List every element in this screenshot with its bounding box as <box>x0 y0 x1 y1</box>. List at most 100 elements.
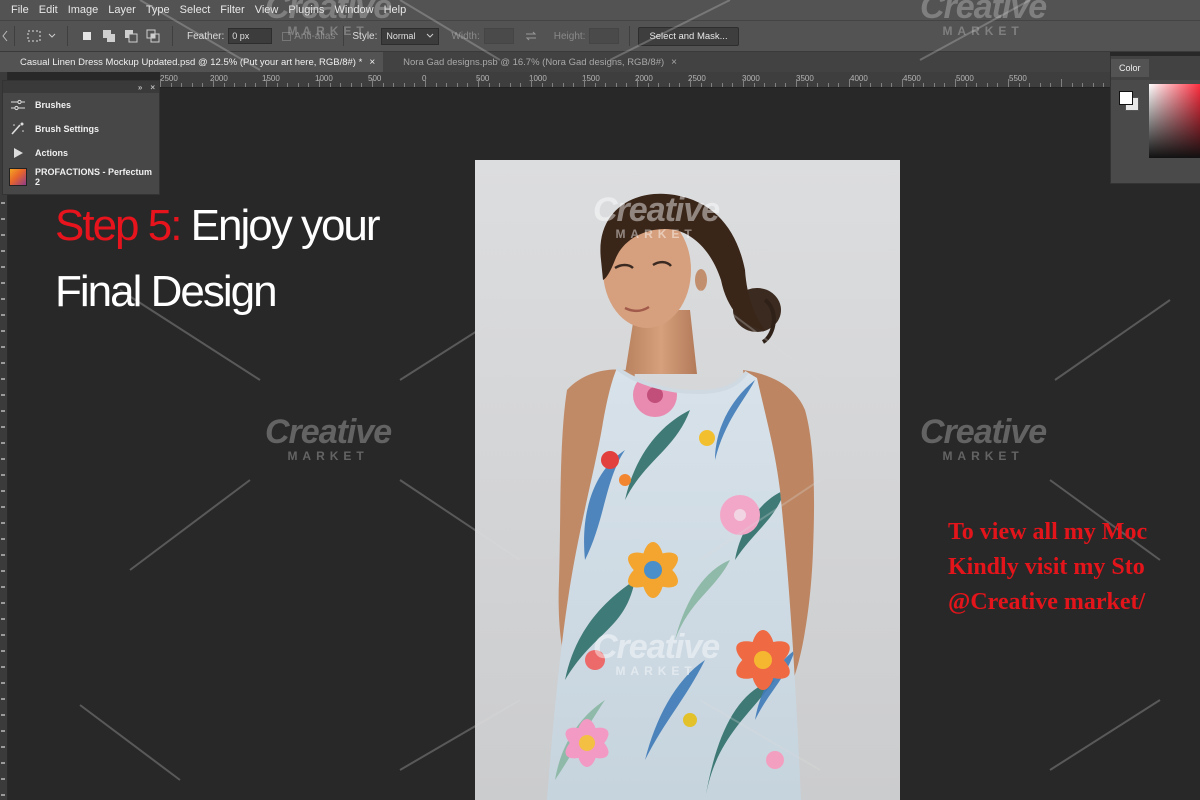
menu-file[interactable]: File <box>6 0 34 20</box>
ruler-tick <box>191 83 193 87</box>
watermark-brand: Creative <box>920 413 1047 451</box>
ruler-tick <box>997 83 999 87</box>
document-canvas[interactable] <box>475 160 900 800</box>
panel-item-brush-settings[interactable]: Brush Settings <box>3 117 159 141</box>
divider <box>14 26 15 46</box>
ruler-tick <box>944 83 946 87</box>
watermark-sub: MARKET <box>942 449 1024 463</box>
ruler-tick <box>244 83 246 87</box>
ruler-tick <box>647 83 649 87</box>
ruler-label: 1500 <box>262 74 280 83</box>
intersect-selection-icon[interactable] <box>144 27 162 45</box>
tab-linen-dress-mockup[interactable]: Casual Linen Dress Mockup Updated.psd @ … <box>0 52 384 72</box>
width-input[interactable] <box>483 28 514 44</box>
panel-item-brushes[interactable]: Brushes <box>3 93 159 117</box>
ruler-tick <box>1092 83 1094 87</box>
marquee-tool-icon[interactable] <box>25 27 43 45</box>
promo-line-1: To view all my Moc <box>948 519 1148 545</box>
color-panel-title[interactable]: Color <box>1111 59 1149 77</box>
foreground-color-swatch[interactable] <box>1119 91 1133 105</box>
ruler-tick <box>594 83 596 87</box>
collapse-icon[interactable]: » <box>138 83 142 92</box>
ruler-tick <box>976 83 978 87</box>
menu-edit[interactable]: Edit <box>34 0 63 20</box>
step-line-2: Final Design <box>55 267 278 316</box>
tool-marker <box>1 442 5 444</box>
style-select[interactable]: Normal <box>381 27 440 45</box>
ruler-tick <box>1103 83 1105 87</box>
menu-layer[interactable]: Layer <box>103 0 141 20</box>
ruler-tick <box>796 79 797 87</box>
height-input[interactable] <box>589 28 620 44</box>
divider <box>343 26 345 46</box>
tool-marker <box>1 378 5 380</box>
tool-marker <box>1 250 5 252</box>
feather-input[interactable] <box>228 28 273 44</box>
promo-line-2: Kindly visit my Sto <box>948 554 1145 580</box>
ruler-tick <box>732 83 734 87</box>
ruler-tick <box>562 83 564 87</box>
antialias-checkbox[interactable] <box>282 31 292 41</box>
ruler-tick <box>340 83 342 87</box>
menu-select[interactable]: Select <box>175 0 216 20</box>
ruler-tick <box>403 83 405 87</box>
select-and-mask-button[interactable]: Select and Mask... <box>638 26 739 46</box>
step-line1-text: Enjoy your <box>180 201 381 250</box>
ruler-tick <box>1008 79 1009 87</box>
menu-view[interactable]: View <box>250 0 284 20</box>
model-dress-photo <box>547 193 815 800</box>
tool-marker <box>1 218 5 220</box>
ruler-tick <box>986 83 988 87</box>
ruler-tick <box>361 83 363 87</box>
ruler-tick <box>446 83 448 87</box>
width-label: Width: <box>451 30 480 42</box>
ruler-tick <box>637 79 638 87</box>
ruler-tick <box>509 83 511 87</box>
new-selection-icon[interactable] <box>78 27 96 45</box>
close-icon[interactable]: × <box>369 57 375 68</box>
menu-image[interactable]: Image <box>63 0 104 20</box>
tool-marker <box>1 266 5 268</box>
ruler-tick <box>838 83 840 87</box>
panel-item-actions[interactable]: Actions <box>3 141 159 165</box>
ruler-tick <box>1018 83 1020 87</box>
menu-plugins[interactable]: Plugins <box>283 0 329 20</box>
tool-marker <box>1 602 5 604</box>
tool-marker <box>1 746 5 748</box>
menu-window[interactable]: Window <box>329 0 378 20</box>
subtract-selection-icon[interactable] <box>122 27 140 45</box>
ruler-tick <box>774 83 776 87</box>
step-heading: Step 5: Enjoy your Final Design <box>55 193 381 325</box>
ruler-label: 5500 <box>1009 74 1027 83</box>
menu-type[interactable]: Type <box>141 0 175 20</box>
close-icon[interactable]: × <box>671 57 677 68</box>
add-selection-icon[interactable] <box>100 27 118 45</box>
menu-help[interactable]: Help <box>379 0 412 20</box>
tool-marker <box>1 410 5 412</box>
swap-icon[interactable] <box>522 27 540 45</box>
ruler-tick <box>541 83 543 87</box>
ruler-tick <box>700 83 702 87</box>
ruler-tick <box>160 79 161 87</box>
panel-header: » × <box>3 81 159 93</box>
step-line-1: Step 5: Enjoy your <box>55 193 381 259</box>
options-bar: Feather: Anti-alias Style: Normal Width:… <box>0 20 1200 52</box>
chevron-down-icon[interactable] <box>47 27 57 45</box>
ruler-label: 3500 <box>796 74 814 83</box>
ruler-label: 2500 <box>160 74 178 83</box>
ruler-tick <box>372 79 373 87</box>
close-icon[interactable]: × <box>150 83 155 92</box>
tool-marker <box>1 330 5 332</box>
ruler-tick <box>382 83 384 87</box>
floating-panel-group: » × Brushes Brush Settings Actions PROFA… <box>2 80 160 195</box>
panel-item-label: PROFACTIONS - Perfectum 2 <box>35 167 153 187</box>
horizontal-ruler[interactable]: 2500 2000 1500 1000 500 0 500 1000 1500 … <box>160 72 1158 88</box>
menu-filter[interactable]: Filter <box>215 0 249 20</box>
ruler-tick <box>1050 83 1052 87</box>
color-spectrum[interactable] <box>1149 84 1200 158</box>
tool-marker <box>1 618 5 620</box>
panel-item-profactions[interactable]: PROFACTIONS - Perfectum 2 <box>3 165 159 189</box>
ruler-tick <box>488 83 490 87</box>
tab-nora-gad-designs[interactable]: Nora Gad designs.psb @ 16.7% (Nora Gad d… <box>383 52 685 72</box>
ruler-tick <box>1082 83 1084 87</box>
